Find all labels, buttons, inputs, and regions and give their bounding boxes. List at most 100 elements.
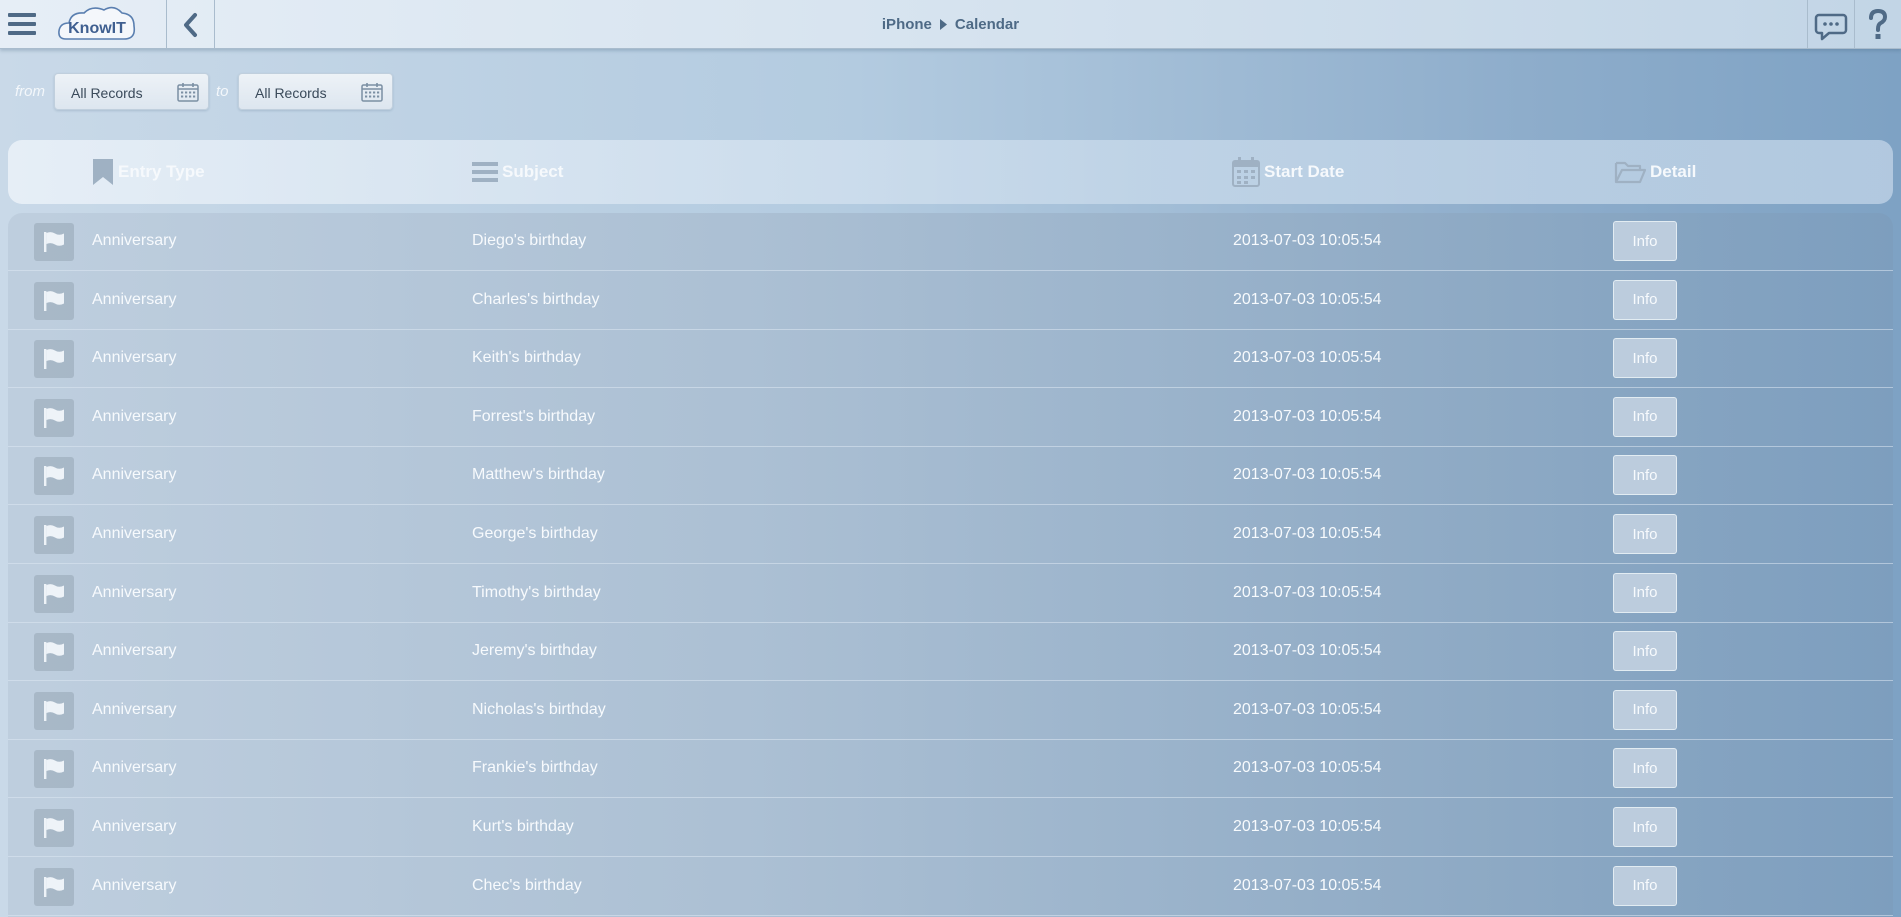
knowit-logo[interactable]: KnowIT — [56, 4, 138, 46]
info-button[interactable]: Info — [1613, 396, 1677, 437]
subject-cell: Matthew's birthday — [472, 466, 605, 484]
flag-icon-button[interactable] — [34, 398, 74, 437]
logo-text: KnowIT — [68, 20, 126, 37]
calendar-icon[interactable] — [361, 82, 383, 102]
info-button[interactable]: Info — [1613, 572, 1677, 613]
column-label: Entry Type — [118, 162, 205, 181]
table-row[interactable]: Anniversary Forrest's birthday 2013-07-03 … — [8, 389, 1893, 447]
table-row[interactable]: Anniversary Charles's birthday 2013-07-03 … — [8, 272, 1893, 330]
start-date-cell: 2013-07-03 10:05:54 — [1233, 466, 1382, 484]
breadcrumb-calendar: Calendar — [954, 16, 1020, 33]
flag-icon-button[interactable] — [34, 457, 74, 496]
start-date-cell: 2013-07-03 10:05:54 — [1233, 818, 1382, 835]
folder-open-icon — [1614, 161, 1646, 184]
info-button[interactable]: Info — [1613, 514, 1677, 554]
table-header: Entry Type Subject Start Date Detail — [8, 140, 1893, 204]
flag-icon — [44, 818, 64, 838]
flag-icon-button[interactable] — [34, 750, 74, 789]
flag-icon — [44, 700, 64, 721]
subject-cell: Timothy's birthday — [472, 583, 601, 601]
flag-icon — [44, 583, 64, 604]
start-date-cell: 2013-07-03 10:05:54 — [1233, 642, 1382, 660]
info-button[interactable]: Info — [1613, 455, 1677, 496]
hamburger-icon-line — [8, 31, 36, 35]
start-date-cell: 2013-07-03 10:05:54 — [1233, 349, 1382, 367]
flag-icon — [44, 349, 64, 370]
entry-type-cell: Anniversary — [92, 583, 177, 601]
entry-type-cell: Anniversary — [92, 466, 177, 484]
entry-type-cell: Anniversary — [92, 290, 177, 308]
subject-cell: Keith's birthday — [472, 349, 581, 367]
column-header-entry-type[interactable]: Entry Type — [92, 156, 205, 188]
table-row[interactable]: Anniversary Keith's birthday 2013-07-03 10… — [8, 330, 1893, 389]
bookmark-icon — [93, 159, 113, 185]
column-label: Subject — [502, 162, 564, 181]
flag-icon-button[interactable] — [34, 340, 74, 379]
entry-type-cell: Anniversary — [92, 876, 177, 894]
info-button[interactable]: Info — [1613, 748, 1677, 789]
table-row[interactable]: Anniversary Matthew's birthday 2013-07-03 … — [8, 447, 1893, 506]
info-button[interactable]: Info — [1613, 279, 1677, 320]
table-row[interactable]: Anniversary Diego's birthday 2013-07-03 10… — [8, 213, 1893, 271]
calendar-icon[interactable] — [177, 82, 199, 102]
subject-cell: Diego's birthday — [472, 232, 587, 249]
flag-icon — [44, 232, 64, 252]
start-date-cell: 2013-07-03 10:05:54 — [1233, 876, 1382, 894]
flag-icon-button[interactable] — [34, 516, 74, 554]
from-date-field[interactable]: All Records — [54, 73, 209, 110]
to-date-field[interactable]: All Records — [238, 73, 393, 110]
flag-icon — [44, 525, 64, 545]
subject-cell: Jeremy's birthday — [472, 642, 597, 660]
info-button[interactable]: Info — [1613, 221, 1677, 261]
subject-cell: Frankie's birthday — [472, 759, 598, 777]
divider — [214, 0, 215, 49]
subject-cell: Chec's birthday — [472, 876, 582, 894]
table-row[interactable]: Anniversary Timothy's birthday 2013-07-03 … — [8, 565, 1893, 623]
subject-cell: Charles's birthday — [472, 290, 600, 308]
column-header-start-date[interactable]: Start Date — [1232, 156, 1344, 188]
chat-button[interactable] — [1808, 0, 1854, 49]
from-date-value: All Records — [71, 85, 143, 101]
menu-button[interactable] — [0, 0, 44, 49]
flag-icon — [44, 407, 64, 428]
table-row[interactable]: Anniversary Nicholas's birthday 2013-07-03… — [8, 682, 1893, 740]
info-button[interactable]: Info — [1613, 865, 1677, 906]
back-button[interactable] — [168, 0, 214, 49]
breadcrumb: iPhone Calendar — [0, 0, 1901, 49]
entry-type-cell: Anniversary — [92, 642, 177, 660]
info-button[interactable]: Info — [1613, 807, 1677, 847]
hamburger-icon-line — [8, 22, 36, 26]
info-button[interactable]: Info — [1613, 689, 1677, 730]
flag-icon-button[interactable] — [34, 223, 74, 261]
table-row[interactable]: Anniversary Frankie's birthday 2013-07-03 … — [8, 740, 1893, 799]
entry-type-cell: Anniversary — [92, 232, 177, 249]
subject-cell: Nicholas's birthday — [472, 700, 606, 718]
flag-icon-button[interactable] — [34, 574, 74, 613]
table-row[interactable]: Anniversary George's birthday 2013-07-03 1… — [8, 506, 1893, 564]
column-header-subject[interactable]: Subject — [472, 156, 563, 188]
start-date-cell: 2013-07-03 10:05:54 — [1233, 407, 1382, 425]
help-button[interactable] — [1855, 0, 1901, 49]
table-row[interactable]: Anniversary Kurt's birthday 2013-07-03 10:… — [8, 799, 1893, 857]
flag-icon — [44, 876, 64, 897]
table-row[interactable]: Anniversary Chec's birthday 2013-07-03 10:… — [8, 858, 1893, 916]
flag-icon-button[interactable] — [34, 867, 74, 906]
start-date-cell: 2013-07-03 10:05:54 — [1233, 525, 1382, 542]
info-button[interactable]: Info — [1613, 338, 1677, 379]
info-button[interactable]: Info — [1613, 631, 1677, 672]
flag-icon-button[interactable] — [34, 633, 74, 672]
entry-type-cell: Anniversary — [92, 700, 177, 718]
question-mark-icon — [1869, 8, 1888, 39]
start-date-cell: 2013-07-03 10:05:54 — [1233, 700, 1382, 718]
entry-type-cell: Anniversary — [92, 818, 177, 835]
calendar-icon — [1232, 157, 1260, 187]
start-date-cell: 2013-07-03 10:05:54 — [1233, 290, 1382, 308]
table-row[interactable]: Anniversary Jeremy's birthday 2013-07-03 1… — [8, 623, 1893, 682]
column-header-detail[interactable]: Detail — [1614, 156, 1696, 188]
flag-icon-button[interactable] — [34, 281, 74, 320]
subject-cell: Kurt's birthday — [472, 818, 574, 835]
flag-icon-button[interactable] — [34, 809, 74, 847]
flag-icon-button[interactable] — [34, 691, 74, 730]
breadcrumb-iphone[interactable]: iPhone — [882, 16, 932, 33]
entry-type-cell: Anniversary — [92, 407, 177, 425]
